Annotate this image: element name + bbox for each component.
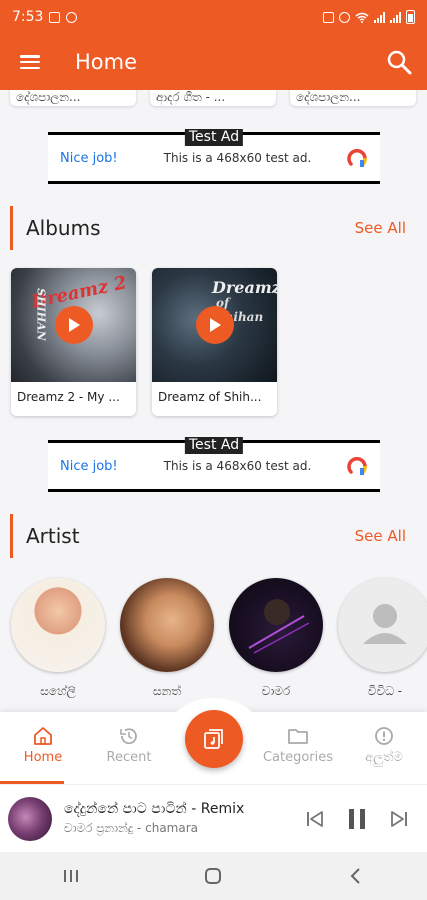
skip-next-icon [391,810,407,827]
page-title: Home [75,50,138,74]
folder-icon [288,729,308,744]
pause-button[interactable] [347,808,367,830]
player-controls [305,808,409,830]
menu-button[interactable] [0,34,60,90]
nav-new[interactable]: අලුත්ම [344,726,424,765]
home-icon [34,727,52,745]
ad-choices-logo[interactable] [346,147,368,169]
artist-item[interactable]: සනත් [120,578,214,699]
next-button[interactable] [389,809,409,829]
library-fab-button[interactable] [185,710,243,768]
album-title: Dreamz 2 - My ... [17,390,120,404]
section-accent-bar [10,514,13,558]
home-feed[interactable]: දේශපාලන... ආදර ගීත - ... දේශපාලන... Test… [0,90,427,712]
search-icon [387,50,412,75]
nav-recent-label: Recent [106,750,152,765]
category-cards-row: දේශපාලන... ආදර ගීත - ... දේශපාලන... [0,90,427,106]
signal-2-icon [390,11,401,23]
alarm-icon [323,11,334,23]
albums-see-all-link[interactable]: See All [355,219,406,237]
ad-banner[interactable]: Test Ad Nice job! This is a 468x60 test … [48,437,380,492]
ad-text: This is a 468x60 test ad. [163,151,312,165]
bottom-navigation: Home Recent Categories අලුත්ම [0,698,427,784]
artist-name: විවිධ - [367,684,403,698]
artist-avatar [229,578,323,672]
search-button[interactable] [371,34,427,90]
skip-previous-icon [307,810,323,827]
now-playing-artist: චාමර ප්‍රනාන්දු - chamara [64,821,199,835]
wifi-icon [355,12,369,23]
artist-name: සනත් [152,684,182,698]
nav-home[interactable]: Home [3,726,83,765]
artist-avatar [11,578,105,672]
mute-icon [339,11,350,23]
artist-item[interactable]: විවිධ - [338,578,427,699]
ad-tag: Test Ad [184,437,244,454]
ad-text: This is a 468x60 test ad. [163,459,312,473]
album-cover: Dreamz of Shihan [152,268,277,382]
ad-cta[interactable]: Nice job! [60,151,118,166]
ad-tag: Test Ad [184,129,244,146]
now-playing-info: දේදුන්නේ පාට පාටින් - Remix චාමර ප්‍රනාන… [64,801,284,836]
category-card[interactable]: ආදර ගීත - ... [150,90,276,106]
now-playing-bar[interactable]: දේදුන්නේ පාට පාටින් - Remix චාමර ප්‍රනාන… [0,784,427,852]
sync-notification-icon [66,11,78,23]
section-accent-bar [10,206,13,250]
play-icon[interactable] [195,306,234,344]
ad-choices-logo[interactable] [346,455,368,477]
artist-name: සහේලි [40,684,76,698]
battery-icon [406,10,415,24]
status-bar: 7:53 [0,0,427,34]
album-cover: Dreamz 2 SHIHAN [11,268,136,382]
nav-categories-label: Categories [262,750,334,765]
gallery-notification-icon [49,11,61,23]
nav-new-label: අලුත්ම [365,750,403,765]
app-bar: Home [0,34,427,90]
artist-avatar [338,578,427,672]
system-navigation-bar [0,852,427,900]
nav-categories[interactable]: Categories [258,726,338,765]
now-playing-title: දේදුන්නේ පාට පාටින් - Remix [64,801,245,817]
now-playing-thumbnail [8,796,52,841]
artists-row: සහේලි සනත් චාමර විවිධ - [0,578,427,699]
ad-cta[interactable]: Nice job! [60,459,118,474]
status-time: 7:53 [12,9,44,25]
nav-recent[interactable]: Recent [89,726,169,765]
signal-icon [374,11,385,23]
albums-section-header: Albums See All [0,204,427,252]
artists-title: Artist [26,524,80,548]
artists-section-header: Artist See All [0,512,427,560]
home-system-button[interactable] [183,856,243,896]
back-button[interactable] [326,856,386,896]
music-library-icon [204,729,223,749]
artists-see-all-link[interactable]: See All [355,527,406,545]
artist-name: චාමර [261,684,291,698]
person-placeholder-icon [363,604,407,644]
album-card[interactable]: Dreamz of Shihan Dreamz of Shih... [152,268,277,416]
ad-banner[interactable]: Test Ad Nice job! This is a 468x60 test … [48,129,380,184]
artist-item[interactable]: සහේලි [11,578,105,699]
artist-avatar [120,578,214,672]
hamburger-icon [20,55,40,69]
play-icon[interactable] [54,306,93,344]
album-card[interactable]: Dreamz 2 SHIHAN Dreamz 2 - My ... [11,268,136,416]
artist-item[interactable]: චාමර [229,578,323,699]
new-alert-icon [375,727,393,745]
albums-title: Albums [26,216,101,240]
album-title: Dreamz of Shih... [158,390,262,404]
back-chevron-icon [350,868,360,884]
home-square-icon [205,868,222,884]
category-card[interactable]: දේශපාලන... [290,90,416,106]
category-card[interactable]: දේශපාලන... [10,90,136,106]
recent-apps-icon [64,870,79,882]
albums-row: Dreamz 2 SHIHAN Dreamz 2 - My ... Dreamz… [0,268,427,416]
history-icon [120,728,137,745]
recent-apps-button[interactable] [41,856,101,896]
pause-icon [349,808,365,829]
nav-home-label: Home [23,750,63,765]
previous-button[interactable] [305,809,325,829]
